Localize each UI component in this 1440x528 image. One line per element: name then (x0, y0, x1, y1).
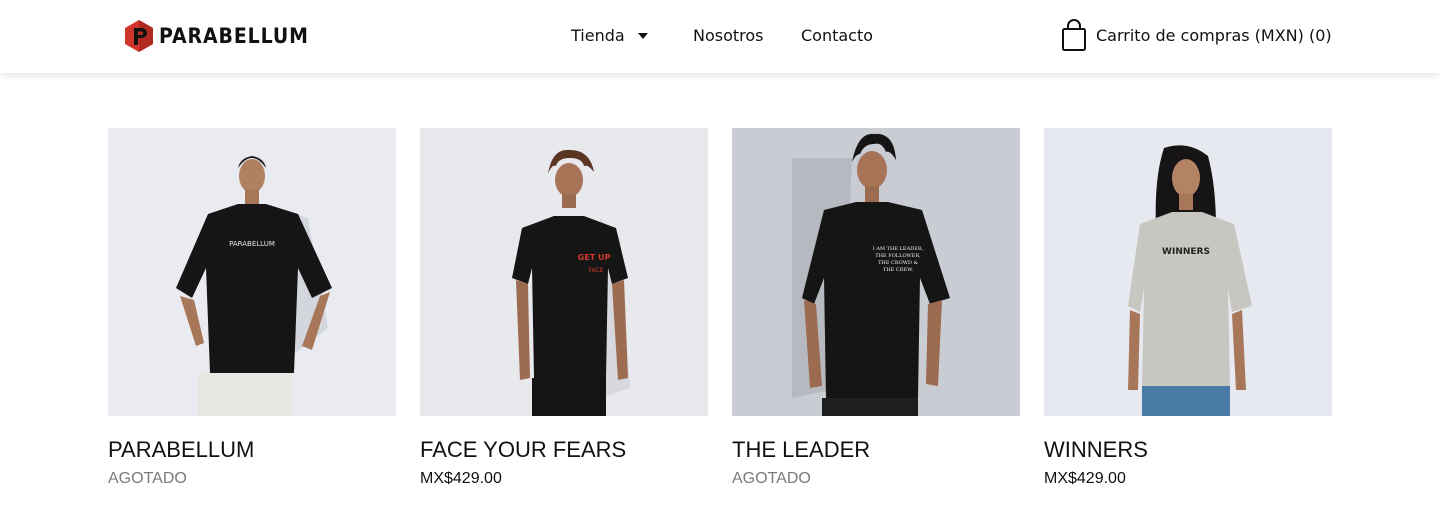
cart-label: Carrito de compras (MXN) (0) (1096, 25, 1332, 45)
parabellum-hexagon-logo-icon (125, 20, 153, 52)
svg-text:THE CREW.: THE CREW. (883, 267, 913, 273)
product-card[interactable]: WINNERS WINNERS MX$429.00 (1044, 128, 1332, 490)
product-price: MX$429.00 (1044, 470, 1126, 487)
product-image[interactable]: I AM THE LEADER, THE FOLLOWER, THE CROWD… (732, 128, 1020, 416)
product-name[interactable]: FACE YOUR FEARS (420, 436, 708, 464)
shopping-bag-icon (1062, 19, 1086, 51)
site-header: PARABELLUM Tienda Nosotros Contacto Carr… (0, 0, 1440, 73)
product-image[interactable]: WINNERS (1044, 128, 1332, 416)
svg-text:PARABELLUM: PARABELLUM (229, 240, 275, 248)
nav-item-contacto[interactable]: Contacto (801, 25, 873, 47)
cart-button[interactable]: Carrito de compras (MXN) (0) (1060, 18, 1332, 52)
product-status: AGOTADO (732, 470, 811, 487)
product-name[interactable]: WINNERS (1044, 436, 1332, 464)
product-image[interactable]: PARABELLUM (108, 128, 396, 416)
product-name[interactable]: PARABELLUM (108, 436, 396, 464)
svg-text:I AM THE LEADER,: I AM THE LEADER, (873, 246, 924, 252)
product-price: MX$429.00 (420, 470, 502, 487)
product-card[interactable]: I AM THE LEADER, THE FOLLOWER, THE CROWD… (732, 128, 1020, 490)
brand-name: PARABELLUM (159, 24, 309, 48)
svg-text:GET UP: GET UP (578, 253, 611, 262)
svg-text:FACE: FACE (589, 267, 604, 274)
svg-text:WINNERS: WINNERS (1162, 247, 1210, 257)
caret-down-icon[interactable] (637, 31, 649, 41)
product-card[interactable]: PARABELLUM PARABELLUM AGOTADO (108, 128, 396, 490)
product-status: AGOTADO (108, 470, 187, 487)
svg-text:THE CROWD &: THE CROWD & (878, 260, 918, 266)
product-card[interactable]: GET UP FACE FACE YOUR FEARS MX$429.00 (420, 128, 708, 490)
brand-logo-link[interactable]: PARABELLUM (123, 19, 325, 53)
nav-item-tienda[interactable]: Tienda (571, 25, 625, 47)
nav-item-nosotros[interactable]: Nosotros (693, 25, 764, 47)
product-image[interactable]: GET UP FACE (420, 128, 708, 416)
svg-text:THE FOLLOWER,: THE FOLLOWER, (875, 253, 921, 259)
product-name[interactable]: THE LEADER (732, 436, 1020, 464)
